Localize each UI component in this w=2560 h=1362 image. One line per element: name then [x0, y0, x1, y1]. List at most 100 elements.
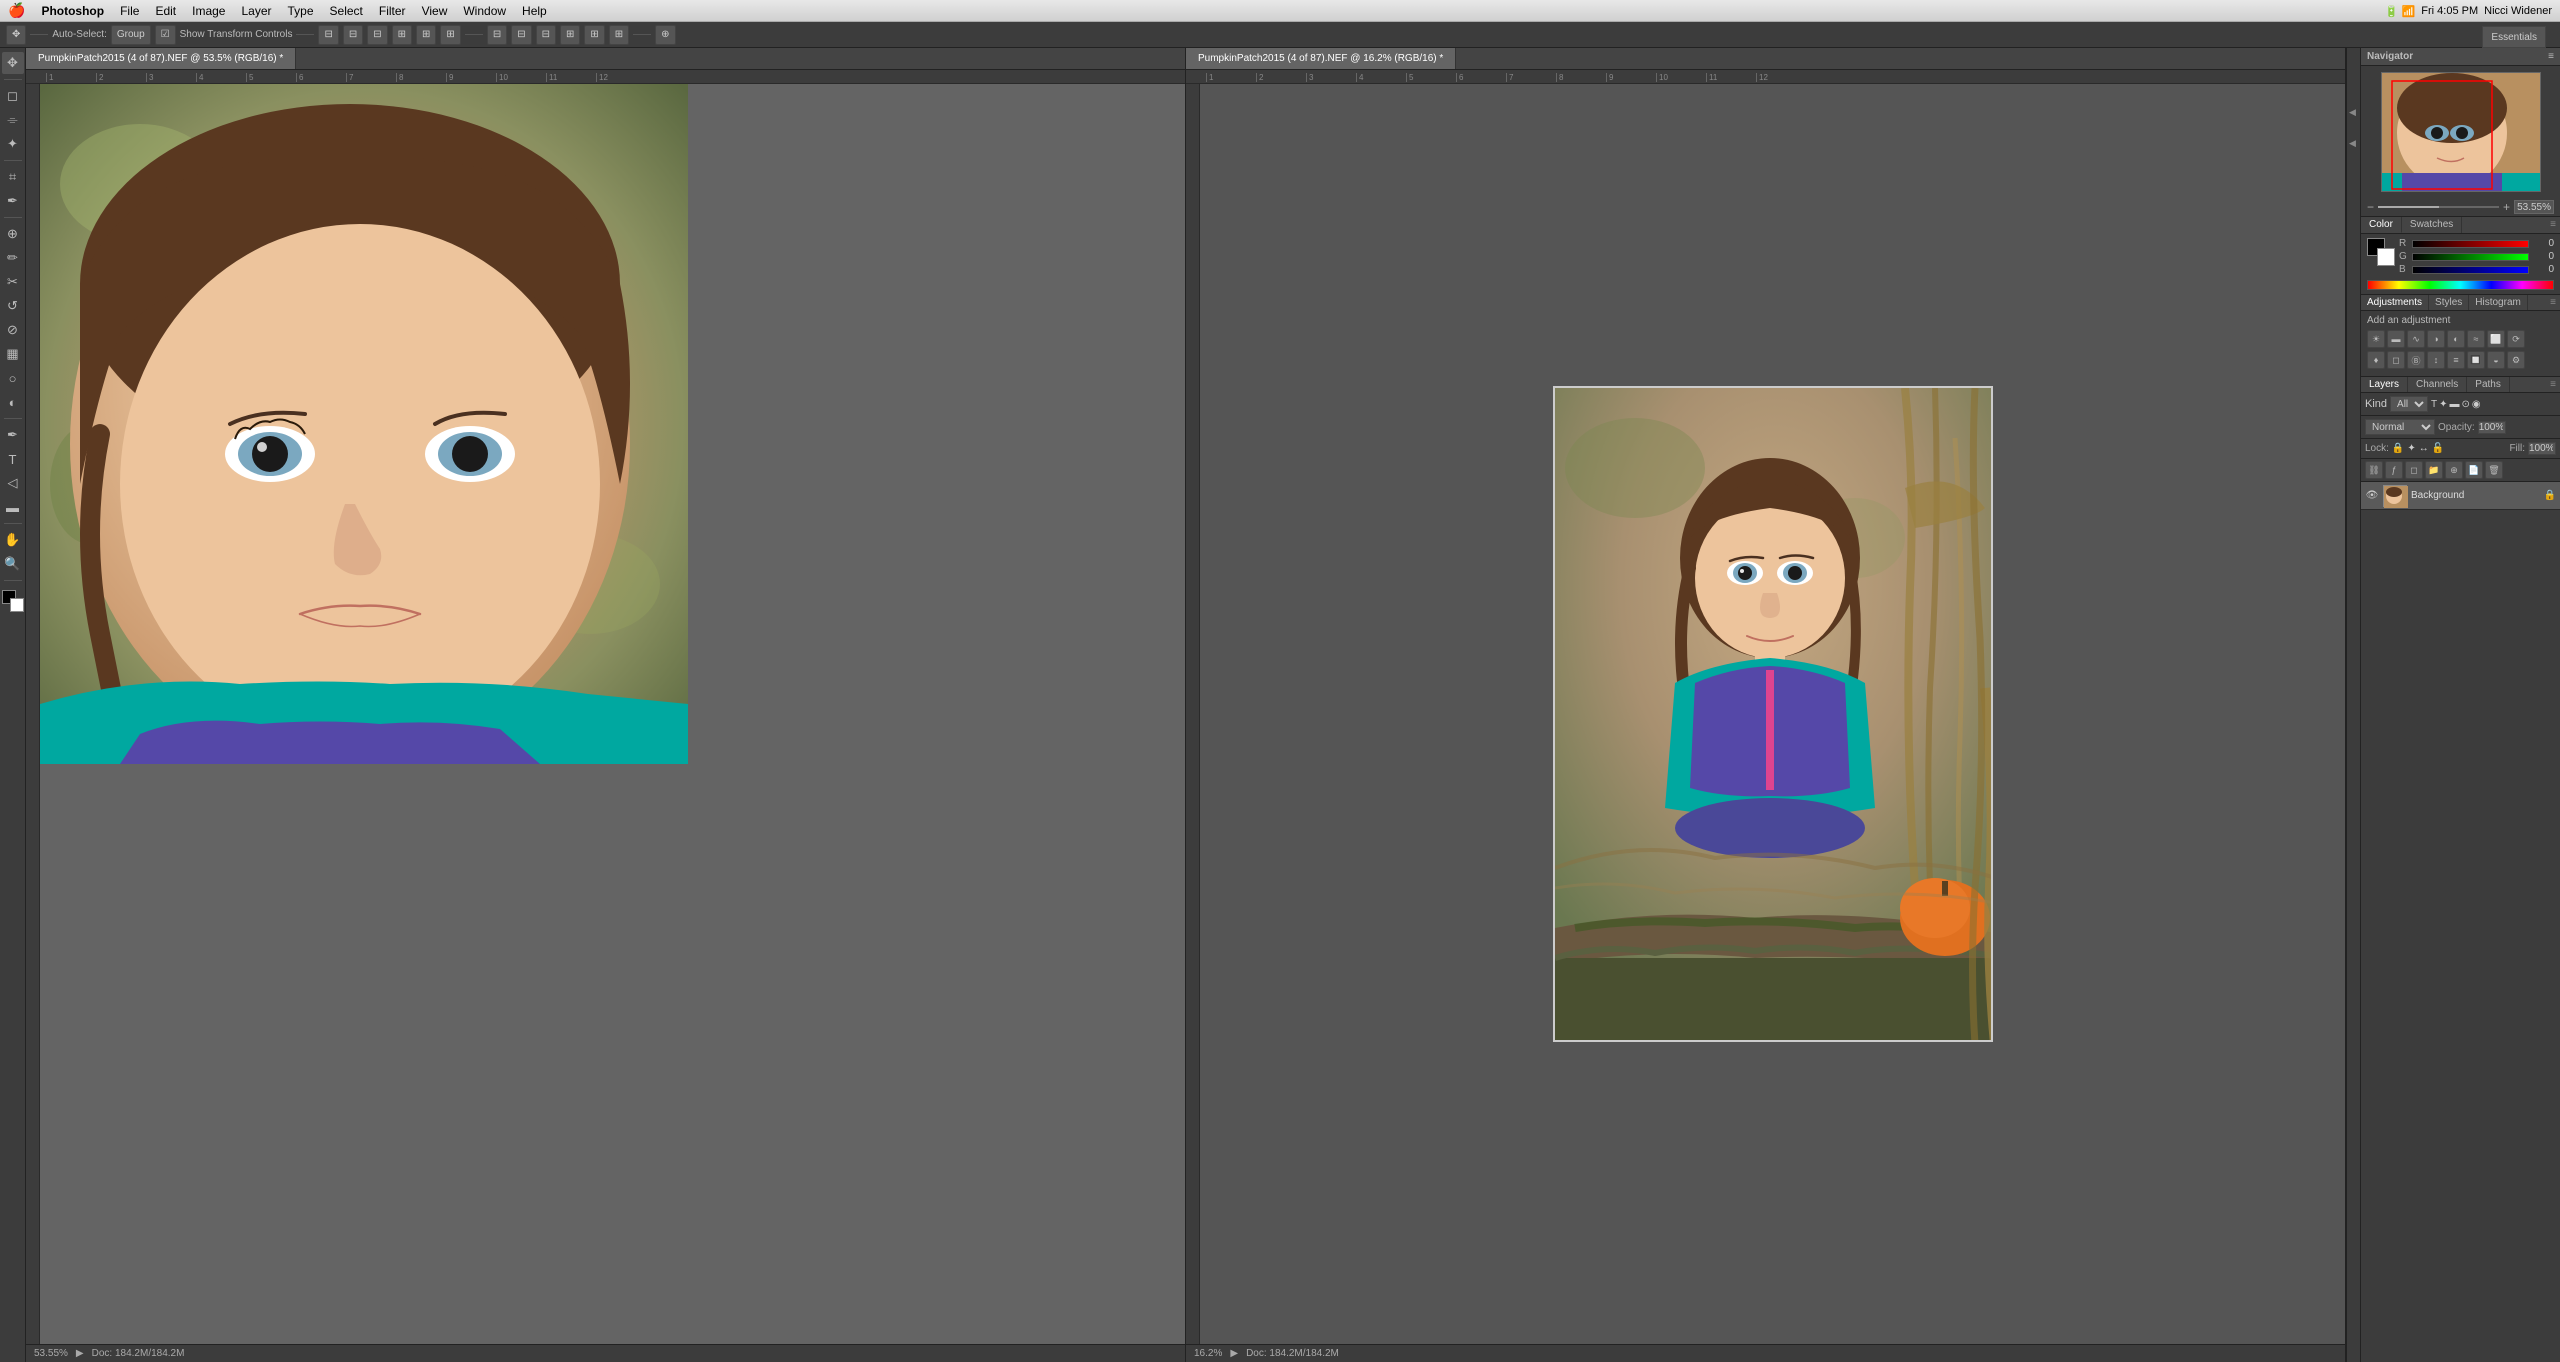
menu-file[interactable]: File: [112, 0, 147, 22]
opacity-input[interactable]: [2478, 421, 2506, 434]
collapse-icon-1[interactable]: ◀: [2349, 108, 2359, 119]
fill-input[interactable]: [2528, 442, 2556, 455]
link-layers-btn[interactable]: ⛓: [2365, 461, 2383, 479]
align-middle-btn[interactable]: ⊞: [416, 25, 436, 45]
color-panel-menu[interactable]: ≡: [2546, 217, 2560, 233]
align-right-btn[interactable]: ⊟: [367, 25, 387, 45]
gradient-tool[interactable]: ▦: [2, 343, 24, 365]
move-tool[interactable]: ✥: [2, 52, 24, 74]
zoom-tool[interactable]: 🔍: [2, 553, 24, 575]
tab-adjustments[interactable]: Adjustments: [2361, 295, 2429, 310]
align-bottom-btn[interactable]: ⊞: [440, 25, 460, 45]
align-center-btn[interactable]: ⊟: [343, 25, 363, 45]
adj-invert-btn[interactable]: ↕: [2427, 351, 2445, 369]
layer-background[interactable]: 👁 Background 🔒: [2361, 482, 2560, 510]
layers-panel-menu[interactable]: ≡: [2546, 377, 2560, 392]
adj-threshold-btn[interactable]: 🔲: [2467, 351, 2485, 369]
align-top-btn[interactable]: ⊞: [392, 25, 412, 45]
auto-select-dropdown[interactable]: Group: [111, 25, 151, 45]
filter-type-icon[interactable]: ✦: [2439, 399, 2447, 410]
collapse-icon-2[interactable]: ◀: [2349, 139, 2359, 150]
adj-exposure-btn[interactable]: ◑: [2427, 330, 2445, 348]
adj-brightness-btn[interactable]: ☀: [2367, 330, 2385, 348]
kind-filter-select[interactable]: All: [2390, 396, 2428, 412]
rectangular-marquee-tool[interactable]: ◻: [2, 85, 24, 107]
color-spectrum-bar[interactable]: [2367, 280, 2554, 290]
distribute-bottom-btn[interactable]: ⊞: [609, 25, 629, 45]
adj-bw-btn[interactable]: ⟳: [2507, 330, 2525, 348]
essentials-button[interactable]: Essentials: [2482, 26, 2546, 48]
dodge-tool[interactable]: ◐: [2, 391, 24, 413]
menu-help[interactable]: Help: [514, 0, 555, 22]
show-transform-check[interactable]: ☑: [155, 25, 176, 45]
filter-shape-icon[interactable]: ▬: [2450, 399, 2460, 410]
spot-heal-tool[interactable]: ⊕: [2, 223, 24, 245]
left-canvas[interactable]: [40, 84, 1185, 1344]
menu-filter[interactable]: Filter: [371, 0, 414, 22]
path-select-tool[interactable]: ◁: [2, 472, 24, 494]
lock-icon-1[interactable]: 🔒: [2392, 443, 2404, 454]
adj-photo-filter-btn[interactable]: ♦: [2367, 351, 2385, 369]
right-canvas[interactable]: [1200, 84, 2345, 1344]
shapes-tool[interactable]: ▬: [2, 496, 24, 518]
navigator-menu-icon[interactable]: ≡: [2548, 51, 2554, 62]
tab-paths[interactable]: Paths: [2467, 377, 2510, 392]
navigator-zoom-slider[interactable]: [2378, 206, 2499, 208]
right-doc-tab[interactable]: PumpkinPatch2015 (4 of 87).NEF @ 16.2% (…: [1186, 48, 1456, 69]
adj-gradient-map-btn[interactable]: ◒: [2487, 351, 2505, 369]
blur-tool[interactable]: ○: [2, 367, 24, 389]
red-slider-track[interactable]: [2412, 240, 2529, 248]
filter-toggle-icon[interactable]: ◉: [2472, 399, 2481, 410]
type-tool[interactable]: T: [2, 448, 24, 470]
menu-window[interactable]: Window: [455, 0, 514, 22]
tab-layers[interactable]: Layers: [2361, 377, 2408, 392]
zoom-minus-icon[interactable]: −: [2367, 200, 2374, 214]
adj-levels-btn[interactable]: ▬: [2387, 330, 2405, 348]
tab-swatches[interactable]: Swatches: [2402, 217, 2462, 233]
adj-colorbalance-btn[interactable]: ⬜: [2487, 330, 2505, 348]
menu-photoshop[interactable]: Photoshop: [33, 0, 112, 22]
distribute-top-btn[interactable]: ⊞: [560, 25, 580, 45]
menu-layer[interactable]: Layer: [233, 0, 279, 22]
adj-posterize-btn[interactable]: ≡: [2447, 351, 2465, 369]
delete-layer-btn[interactable]: 🗑: [2485, 461, 2503, 479]
adj-color-lookup-btn[interactable]: Ⓑ: [2407, 351, 2425, 369]
hand-tool[interactable]: ✋: [2, 529, 24, 551]
green-slider-track[interactable]: [2412, 253, 2529, 261]
move-tool-icon[interactable]: ✥: [6, 25, 26, 45]
brush-tool[interactable]: ✏: [2, 247, 24, 269]
menu-edit[interactable]: Edit: [147, 0, 184, 22]
tab-histogram[interactable]: Histogram: [2469, 295, 2528, 310]
distribute-center-btn[interactable]: ⊟: [511, 25, 531, 45]
tab-color[interactable]: Color: [2361, 217, 2402, 233]
lock-icon-4[interactable]: 🔓: [2432, 443, 2444, 454]
menu-select[interactable]: Select: [322, 0, 371, 22]
blue-slider-track[interactable]: [2412, 266, 2529, 274]
adj-hsl-btn[interactable]: ≈: [2467, 330, 2485, 348]
lasso-tool[interactable]: ⌯: [2, 109, 24, 131]
adj-selective-color-btn[interactable]: ⚙: [2507, 351, 2525, 369]
distribute-left-btn[interactable]: ⊟: [487, 25, 507, 45]
eraser-tool[interactable]: ⊘: [2, 319, 24, 341]
filter-smart-icon[interactable]: ⊙: [2462, 399, 2470, 410]
panels-collapse-bar[interactable]: ◀ ◀: [2346, 48, 2360, 1362]
bg-swatch[interactable]: [2377, 248, 2395, 266]
new-layer-btn[interactable]: 📄: [2465, 461, 2483, 479]
distribute-right-btn[interactable]: ⊟: [536, 25, 556, 45]
align-left-btn[interactable]: ⊟: [318, 25, 338, 45]
pen-tool[interactable]: ✒: [2, 424, 24, 446]
lock-icon-3[interactable]: ↔: [2419, 443, 2429, 454]
clone-stamp-tool[interactable]: ✂: [2, 271, 24, 293]
layer-visibility-toggle[interactable]: 👁: [2365, 489, 2379, 503]
blend-mode-select[interactable]: Normal: [2365, 419, 2435, 435]
tab-channels[interactable]: Channels: [2408, 377, 2467, 392]
quick-select-tool[interactable]: ✦: [2, 133, 24, 155]
add-style-btn[interactable]: ƒ: [2385, 461, 2403, 479]
adj-channel-mix-btn[interactable]: ◻: [2387, 351, 2405, 369]
new-group-btn[interactable]: 📁: [2425, 461, 2443, 479]
adj-panel-menu[interactable]: ≡: [2546, 295, 2560, 310]
adj-vibrance-btn[interactable]: ◐: [2447, 330, 2465, 348]
apple-menu[interactable]: 🍎: [8, 2, 25, 19]
color-swatches-display[interactable]: [2367, 238, 2395, 266]
lock-icon-2[interactable]: ✦: [2407, 443, 2415, 454]
